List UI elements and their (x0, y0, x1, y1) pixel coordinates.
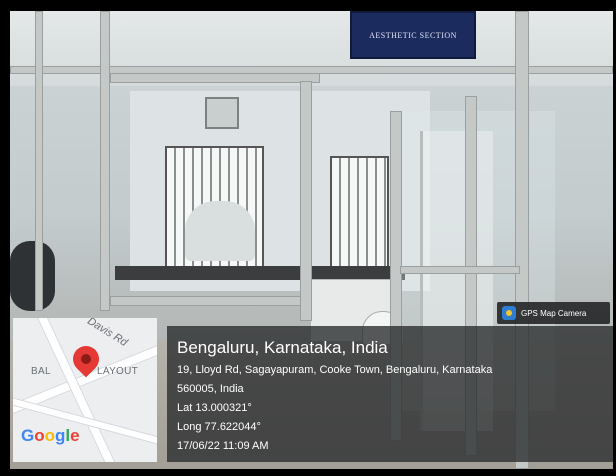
gps-map-camera-badge: GPS Map Camera (497, 302, 610, 324)
counter-top (115, 266, 405, 280)
partition-frame (35, 11, 43, 311)
location-info-panel: Bengaluru, Karnataka, India 19, Lloyd Rd… (167, 326, 613, 462)
google-letter: G (21, 426, 35, 445)
google-letter: o (34, 426, 45, 445)
location-map: Davis Rd BAL LAYOUT Google (13, 318, 157, 462)
barred-window (330, 156, 389, 275)
google-letter: e (70, 426, 80, 445)
address-line: 19, Lloyd Rd, Sagayapuram, Cooke Town, B… (177, 364, 493, 376)
partition-frame (110, 296, 310, 306)
place-title: Bengaluru, Karnataka, India (177, 338, 388, 357)
gps-map-camera-icon (502, 306, 516, 320)
street-label: Davis Rd (85, 318, 130, 349)
longitude: Long 77.622044° (177, 421, 261, 433)
latitude: Lat 13.000321° (177, 402, 252, 414)
partition-frame (400, 266, 520, 274)
google-letter: o (44, 426, 56, 445)
dental-chair (185, 201, 255, 261)
aesthetic-section-sign: AESTHETIC SECTION (350, 11, 476, 59)
area-label: BAL (31, 366, 51, 377)
exhaust-fan (205, 97, 239, 129)
google-letter: g (55, 426, 66, 445)
partition-frame (110, 73, 320, 83)
google-logo: Google (21, 426, 80, 446)
timestamp: 17/06/22 11:09 AM (177, 440, 269, 452)
photo-frame: AESTHETIC SECTION GPS Map Camera Davis R… (0, 0, 616, 476)
pedestal-fan (10, 241, 55, 311)
area-label: LAYOUT (97, 366, 139, 377)
partition-frame (100, 11, 110, 311)
partition-frame (300, 81, 312, 321)
address-line: 560005, India (177, 383, 244, 395)
badge-label: GPS Map Camera (521, 308, 587, 318)
